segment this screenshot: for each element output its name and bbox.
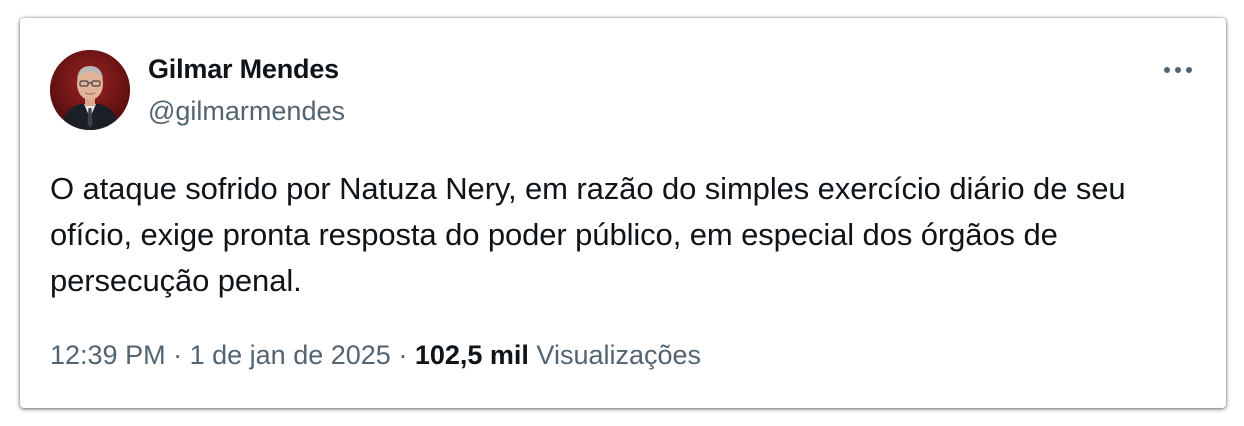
more-dot [1164, 67, 1170, 73]
more-options-icon[interactable] [1164, 56, 1192, 84]
more-dot [1175, 67, 1181, 73]
tweet-time[interactable]: 12:39 PM [50, 340, 166, 370]
author-display-name[interactable]: Gilmar Mendes [148, 54, 339, 85]
author-handle[interactable]: @gilmarmendes [148, 96, 345, 127]
more-dot [1186, 67, 1192, 73]
profile-photo-icon [50, 50, 130, 130]
avatar[interactable] [50, 50, 130, 130]
meta-separator: · [173, 340, 183, 370]
meta-separator: · [398, 340, 408, 370]
tweet-date[interactable]: 1 de jan de 2025 [190, 340, 391, 370]
views-label[interactable]: Visualizações [536, 340, 701, 370]
tweet-text: O ataque sofrido por Natuza Nery, em raz… [50, 171, 1126, 298]
views-count[interactable]: 102,5 mil [415, 340, 529, 370]
tweet-card: Gilmar Mendes @gilmarmendes O ataque sof… [20, 18, 1226, 408]
tweet-meta: 12:39 PM · 1 de jan de 2025 · 102,5 mil … [50, 340, 701, 371]
